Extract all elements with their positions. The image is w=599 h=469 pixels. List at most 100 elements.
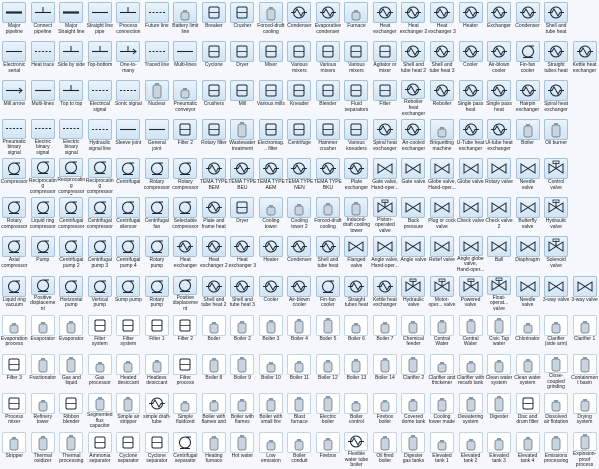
shape-item[interactable]: Process connection xyxy=(114,0,143,39)
shape-item[interactable]: Major pipeline xyxy=(0,0,29,39)
shape-item[interactable]: Hot water xyxy=(228,430,257,469)
shape-item[interactable]: Shell and tube heat 3 xyxy=(228,274,257,313)
shape-item[interactable]: Rotary valve xyxy=(485,156,514,195)
shape-item[interactable]: Filter 3 xyxy=(0,352,29,391)
shape-item[interactable]: Heat exchanger xyxy=(371,0,400,39)
shape-item[interactable]: simple draft-tube xyxy=(143,391,172,430)
shape-item[interactable]: Needle valve xyxy=(513,156,542,195)
shape-item[interactable]: Reciprocating compressor xyxy=(29,156,58,195)
shape-item[interactable]: Blast furnace xyxy=(285,391,314,430)
shape-item[interactable]: Clean water system xyxy=(513,352,542,391)
shape-item[interactable]: Emissions processing xyxy=(542,430,571,469)
shape-item[interactable]: Pump xyxy=(29,234,58,273)
shape-item[interactable]: Boiler xyxy=(513,117,542,156)
shape-item[interactable]: Crushers xyxy=(200,78,229,117)
shape-item[interactable]: Cooler xyxy=(456,39,485,78)
shape-item[interactable]: Forced-draft cooling xyxy=(257,0,286,39)
shape-item[interactable]: Condenser xyxy=(285,234,314,273)
shape-item[interactable]: Ball xyxy=(485,234,514,273)
shape-item[interactable]: Angle valve xyxy=(399,234,428,273)
shape-item[interactable]: Powered valve xyxy=(456,274,485,313)
shape-item[interactable]: Mill arrow xyxy=(0,78,29,117)
shape-item[interactable]: Dryer xyxy=(228,195,257,234)
shape-item[interactable]: Close-coupled grinding xyxy=(542,352,571,391)
shape-item[interactable]: Plug or cock valve xyxy=(428,195,457,234)
shape-item[interactable]: Exchanger xyxy=(485,0,514,39)
shape-item[interactable]: Central Water xyxy=(428,313,457,352)
shape-item[interactable]: 3-way valve xyxy=(542,274,571,313)
shape-item[interactable]: Induced-draft cooling tower xyxy=(342,195,371,234)
shape-item[interactable]: Boiler with flames xyxy=(228,391,257,430)
shape-item[interactable]: Hydraulic valve xyxy=(399,274,428,313)
shape-item[interactable]: Filter 1 xyxy=(143,313,172,352)
shape-item[interactable]: Side by side xyxy=(57,39,86,78)
shape-item[interactable]: Heated desiccant xyxy=(114,352,143,391)
shape-item[interactable]: Hydraulic valve xyxy=(542,195,571,234)
shape-item[interactable]: TEMA TYPE BEM xyxy=(200,156,229,195)
shape-item[interactable]: Shell and tube heat xyxy=(314,234,343,273)
shape-item[interactable]: Positive displacement xyxy=(29,274,58,313)
shape-item[interactable]: Plate and frame heat xyxy=(200,195,229,234)
shape-item[interactable]: Centrifugal pump 4 xyxy=(114,234,143,273)
shape-item[interactable]: Boiler xyxy=(200,313,229,352)
shape-item[interactable]: Electric binary signal xyxy=(29,117,58,156)
shape-item[interactable]: Dissolved air flotation xyxy=(542,391,571,430)
shape-item[interactable]: Digester gas tanks xyxy=(399,430,428,469)
shape-item[interactable]: Air-blown cooler xyxy=(485,39,514,78)
shape-item[interactable]: Elevated tank 2 xyxy=(456,430,485,469)
shape-item[interactable]: One-to-many xyxy=(114,39,143,78)
shape-item[interactable]: Reboiler xyxy=(428,78,457,117)
shape-item[interactable]: Vertical pump xyxy=(86,274,115,313)
shape-item[interactable]: Centrifugal compressor xyxy=(86,195,115,234)
shape-item[interactable]: Kneader xyxy=(285,78,314,117)
shape-item[interactable]: Electric binary signal xyxy=(57,117,86,156)
shape-item[interactable]: Filter process xyxy=(171,352,200,391)
shape-item[interactable]: Rotary compressor xyxy=(0,195,29,234)
shape-item[interactable]: Cooling tower xyxy=(257,195,286,234)
shape-item[interactable]: Fin-fan cooler xyxy=(513,39,542,78)
shape-item[interactable]: Needle valve xyxy=(513,274,542,313)
shape-item[interactable]: Filter 2 xyxy=(171,313,200,352)
shape-item[interactable]: Elevated tank 4 xyxy=(513,430,542,469)
shape-item[interactable]: Thermal oxidizer xyxy=(29,430,58,469)
shape-item[interactable]: Briquetting machine xyxy=(428,117,457,156)
shape-item[interactable]: Blender xyxy=(314,78,343,117)
shape-item[interactable]: Centrifugal fan xyxy=(143,195,172,234)
shape-item[interactable]: Various mills xyxy=(257,78,286,117)
shape-item[interactable]: Cyclone separator xyxy=(114,430,143,469)
shape-item[interactable]: Ammonia separator xyxy=(86,430,115,469)
shape-item[interactable]: Check valve 2 xyxy=(485,195,514,234)
shape-item[interactable]: Dryer xyxy=(228,39,257,78)
shape-item[interactable]: Boiler 3 xyxy=(257,313,286,352)
shape-item[interactable]: Kettle heat exchanger xyxy=(371,274,400,313)
shape-item[interactable]: Kettle heat exchanger xyxy=(570,39,599,78)
shape-item[interactable]: Pneumatic binary signal xyxy=(0,117,29,156)
shape-item[interactable]: Firebox boiler xyxy=(371,391,400,430)
shape-item[interactable]: Cyclone xyxy=(200,39,229,78)
shape-item[interactable]: Cooler xyxy=(257,274,286,313)
shape-item[interactable]: TEMA TYPE NEN xyxy=(285,156,314,195)
shape-item[interactable]: Reciprocating compressor xyxy=(86,156,115,195)
shape-item[interactable]: Single pass heat xyxy=(485,78,514,117)
shape-item[interactable]: Centrifugal compressor xyxy=(57,195,86,234)
shape-item[interactable]: Back pressure xyxy=(399,195,428,234)
shape-item[interactable]: Mill xyxy=(228,78,257,117)
shape-item[interactable]: Top-bottom xyxy=(86,39,115,78)
shape-item[interactable]: Boiler 6 xyxy=(342,313,371,352)
shape-item[interactable]: Refinery tower xyxy=(29,391,58,430)
shape-item[interactable]: Solenoid valve xyxy=(542,234,571,273)
shape-item[interactable]: Boiler 13 xyxy=(342,352,371,391)
shape-item[interactable]: Central Water xyxy=(456,313,485,352)
shape-item[interactable]: Globe valve, Hand-oper... xyxy=(428,156,457,195)
shape-item[interactable]: Angle valve, Hand-oper... xyxy=(371,234,400,273)
shape-item[interactable]: Pneumatic conveyor xyxy=(171,78,200,117)
shape-item[interactable]: Boiler 9 xyxy=(228,352,257,391)
shape-item[interactable]: Rotary pump xyxy=(143,274,172,313)
shape-item[interactable]: Firebox xyxy=(314,430,343,469)
shape-item[interactable]: Gas processor xyxy=(86,352,115,391)
shape-item[interactable]: Horizontal pump xyxy=(57,274,86,313)
shape-item[interactable]: Cooling tower 2 xyxy=(285,195,314,234)
shape-item[interactable]: Various mixers xyxy=(285,39,314,78)
shape-item[interactable]: Filter system xyxy=(114,313,143,352)
shape-item[interactable]: Disc and drum filter xyxy=(513,391,542,430)
